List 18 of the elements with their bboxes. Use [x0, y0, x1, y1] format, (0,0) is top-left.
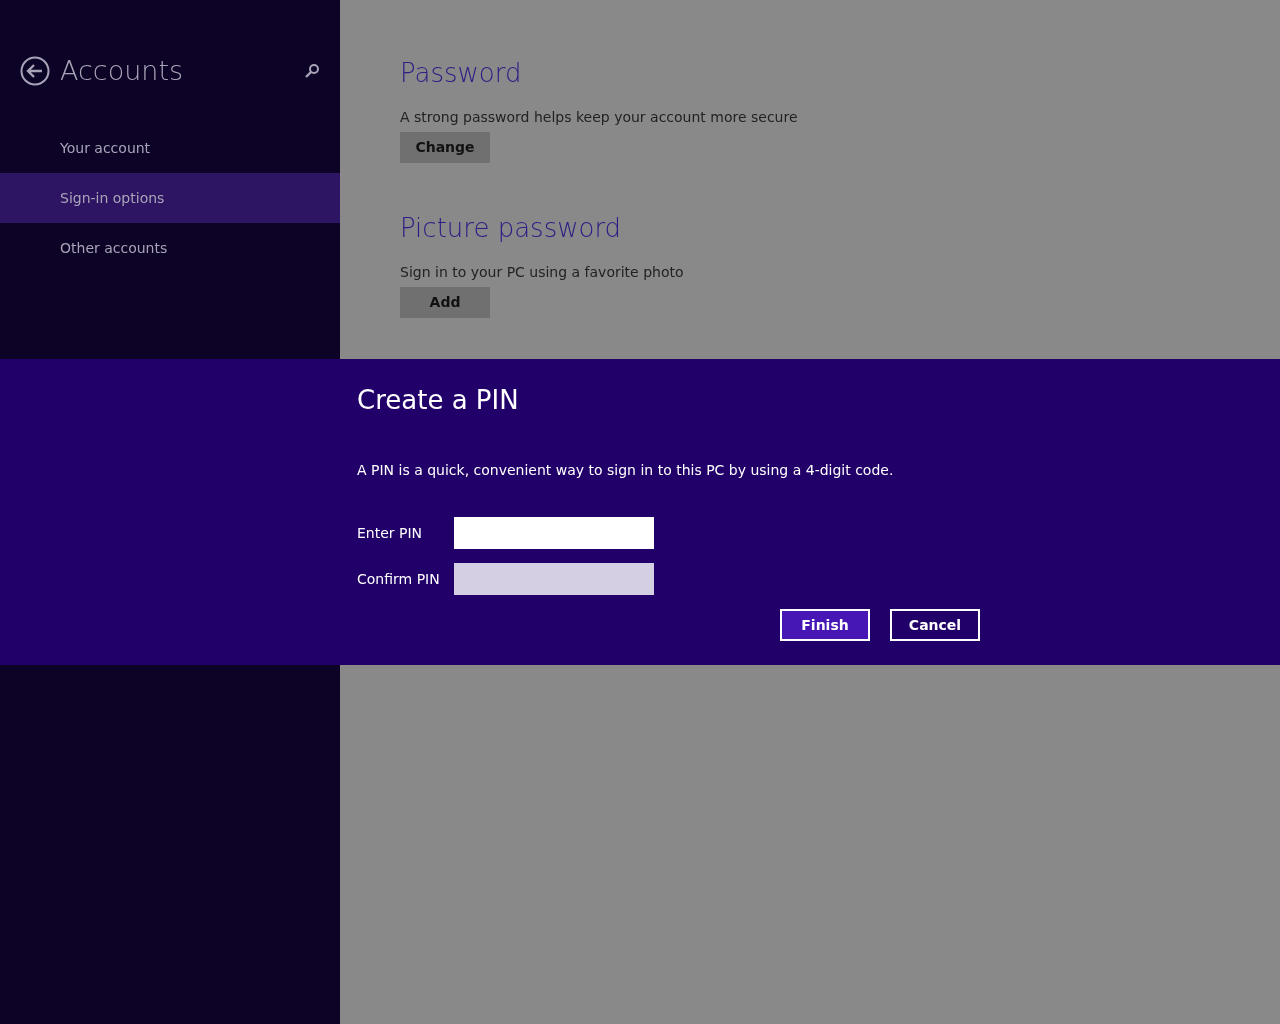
section-description: A strong password helps keep your account more secure — [400, 108, 799, 127]
nav-item[interactable]: Other accounts — [0, 223, 340, 273]
section-description: Sign in to your PC using a favorite photo — [400, 263, 685, 282]
section-heading: Picture password — [400, 212, 623, 245]
nav-item[interactable]: Sign-in options — [0, 173, 340, 223]
dialog-button[interactable]: Cancel — [890, 609, 980, 641]
dialog-button[interactable]: Finish — [780, 609, 870, 641]
section-heading: Password — [400, 57, 523, 90]
nav-item[interactable]: Your account — [0, 123, 340, 173]
dialog-title: Create a PIN — [357, 384, 520, 417]
section-button[interactable]: Add — [400, 287, 490, 318]
pin-field[interactable] — [454, 517, 654, 549]
search-icon[interactable] — [304, 63, 320, 79]
field-label: Enter PIN — [357, 523, 424, 543]
field-label: Confirm PIN — [357, 569, 441, 589]
dialog-description: A PIN is a quick, convenient way to sign in to this PC by using a 4-digit code. — [357, 461, 895, 480]
page-title: Accounts — [60, 53, 185, 88]
section-button[interactable]: Change — [400, 132, 490, 163]
